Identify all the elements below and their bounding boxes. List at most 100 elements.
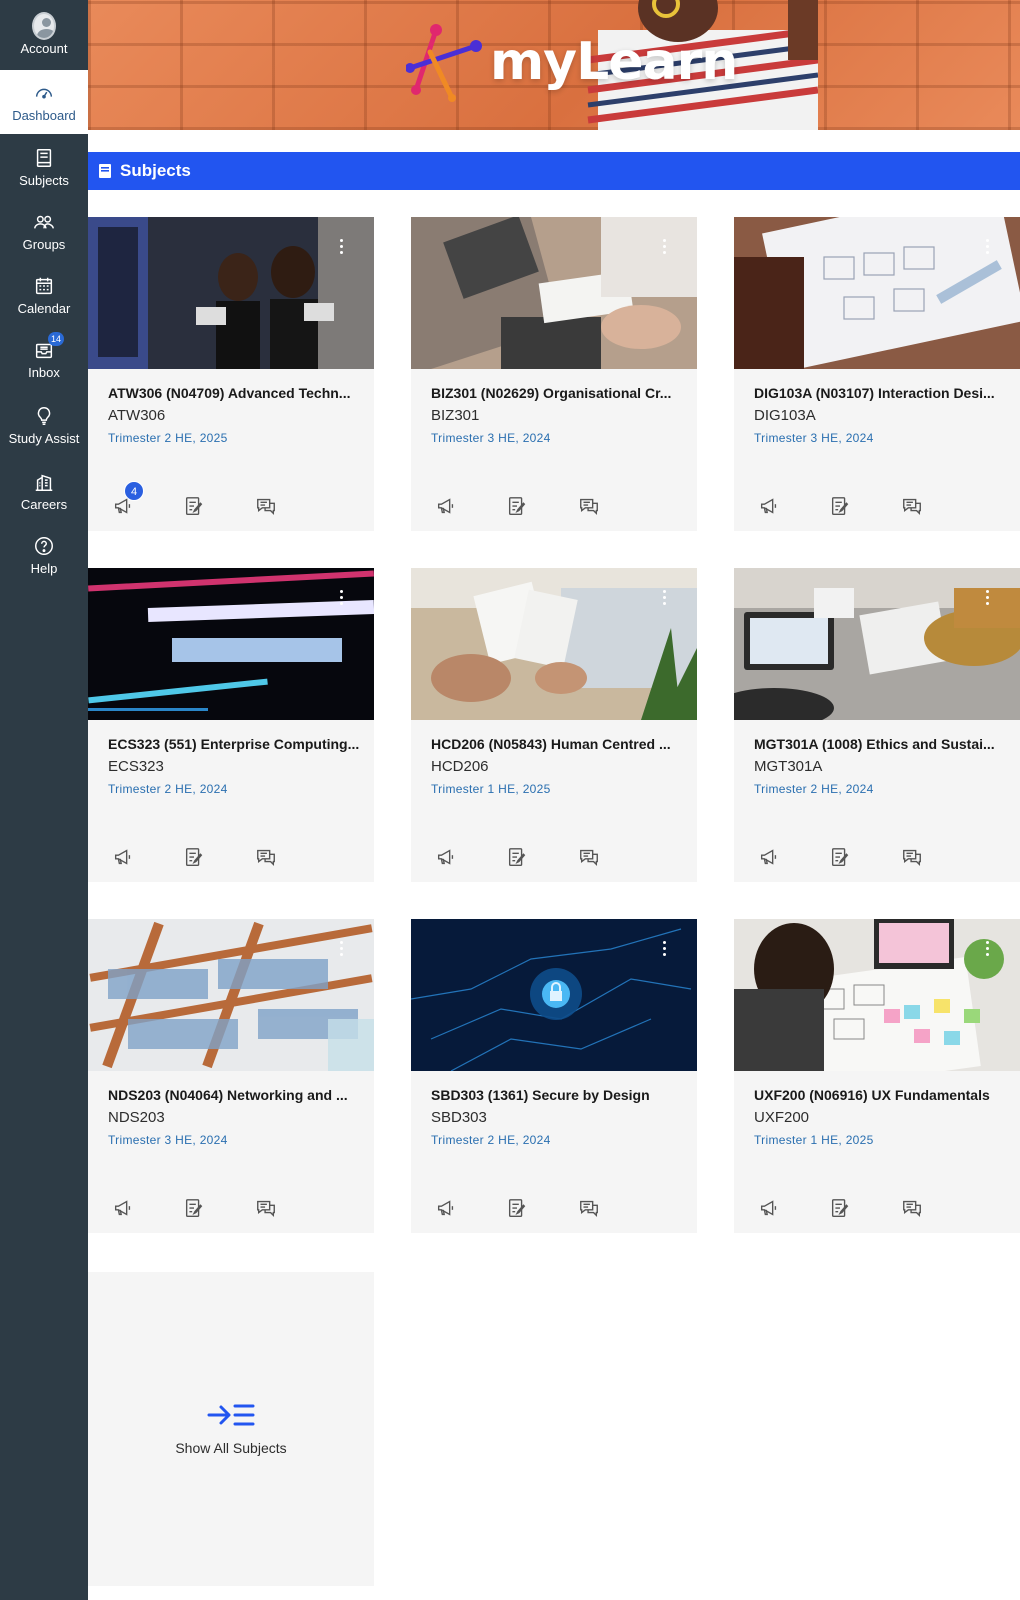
subject-card[interactable]: HCD206 (N05843) Human Centred ... HCD206… — [411, 568, 697, 882]
discussions-icon[interactable] — [253, 1195, 279, 1221]
subject-card-actions — [433, 1195, 633, 1221]
subject-card-actions — [756, 1195, 956, 1221]
subject-card-image — [88, 217, 374, 369]
global-navigation-sidebar: Account Dashboard Subjects Groups Calend… — [0, 0, 88, 1600]
mylearn-banner: myLearn — [88, 0, 1020, 130]
assignments-icon[interactable] — [181, 844, 207, 870]
discussions-icon[interactable] — [576, 493, 602, 519]
subject-card-term: Trimester 2 HE, 2024 — [431, 1133, 551, 1147]
discussions-icon[interactable] — [576, 844, 602, 870]
discussions-icon[interactable] — [899, 1195, 925, 1221]
subject-card-term: Trimester 1 HE, 2025 — [431, 782, 551, 796]
assignments-icon[interactable] — [827, 493, 853, 519]
expand-list-icon — [207, 1404, 255, 1426]
subject-card-image — [411, 217, 697, 369]
subject-card-code: SBD303 — [431, 1109, 487, 1126]
subject-card-image — [88, 919, 374, 1071]
nav-careers[interactable]: Careers — [0, 460, 88, 522]
subject-card[interactable]: SBD303 (1361) Secure by Design SBD303 Tr… — [411, 919, 697, 1233]
assignments-icon[interactable] — [504, 1195, 530, 1221]
announcements-icon[interactable] — [433, 1195, 459, 1221]
subject-card-actions — [110, 844, 310, 870]
announcements-icon[interactable] — [110, 1195, 136, 1221]
subject-card[interactable]: MGT301A (1008) Ethics and Sustai... MGT3… — [734, 568, 1020, 882]
card-options-menu-icon[interactable] — [986, 239, 990, 255]
subject-card-code: NDS203 — [108, 1109, 165, 1126]
subject-card-image — [411, 568, 697, 720]
assignments-icon[interactable] — [181, 1195, 207, 1221]
card-options-menu-icon[interactable] — [340, 239, 344, 255]
assignments-icon[interactable] — [827, 1195, 853, 1221]
inbox-icon: 14 — [32, 331, 64, 362]
nav-groups[interactable]: Groups — [0, 200, 88, 262]
subject-card-title[interactable]: SBD303 (1361) Secure by Design — [431, 1087, 683, 1103]
discussions-icon[interactable] — [899, 844, 925, 870]
subject-card[interactable]: UXF200 (N06916) UX Fundamentals UXF200 T… — [734, 919, 1020, 1233]
subject-card-title[interactable]: UXF200 (N06916) UX Fundamentals — [754, 1087, 1006, 1103]
subject-card[interactable]: BIZ301 (N02629) Organisational Cr... BIZ… — [411, 217, 697, 531]
announcements-icon[interactable]: 4 — [110, 481, 144, 519]
subject-card-image — [411, 919, 697, 1071]
announcements-count-badge: 4 — [124, 481, 144, 501]
subject-card-code: BIZ301 — [431, 407, 480, 424]
nav-groups-label: Groups — [22, 236, 66, 252]
show-all-subjects-label: Show All Subjects — [175, 1440, 287, 1456]
announcements-icon[interactable] — [756, 844, 782, 870]
subject-card-image — [734, 568, 1020, 720]
account-avatar-icon — [32, 11, 56, 40]
announcements-icon[interactable] — [756, 1195, 782, 1221]
discussions-icon[interactable] — [253, 493, 279, 519]
announcements-icon[interactable] — [110, 844, 136, 870]
subject-card-title[interactable]: NDS203 (N04064) Networking and ... — [108, 1087, 360, 1103]
subject-card-title[interactable]: BIZ301 (N02629) Organisational Cr... — [431, 385, 683, 401]
nav-inbox[interactable]: 14 Inbox — [0, 328, 88, 390]
subject-card-actions — [433, 493, 633, 519]
card-options-menu-icon[interactable] — [986, 941, 990, 957]
card-options-menu-icon[interactable] — [340, 941, 344, 957]
subject-card-actions: 4 — [110, 481, 310, 519]
discussions-icon[interactable] — [253, 844, 279, 870]
discussions-icon[interactable] — [899, 493, 925, 519]
subject-card-title[interactable]: DIG103A (N03107) Interaction Desi... — [754, 385, 1006, 401]
subject-card-code: UXF200 — [754, 1109, 810, 1126]
discussions-icon[interactable] — [576, 1195, 602, 1221]
announcements-icon[interactable] — [433, 493, 459, 519]
subject-card-title[interactable]: MGT301A (1008) Ethics and Sustai... — [754, 736, 1006, 752]
assignments-icon[interactable] — [827, 844, 853, 870]
nav-calendar-label: Calendar — [17, 300, 71, 316]
subject-card-title[interactable]: ECS323 (551) Enterprise Computing... — [108, 736, 360, 752]
assignments-icon[interactable] — [504, 844, 530, 870]
nav-subjects[interactable]: Subjects — [0, 136, 88, 198]
nav-help[interactable]: Help — [0, 524, 88, 586]
subject-card[interactable]: NDS203 (N04064) Networking and ... NDS20… — [88, 919, 374, 1233]
nav-dashboard[interactable]: Dashboard — [0, 70, 88, 134]
subject-card[interactable]: DIG103A (N03107) Interaction Desi... DIG… — [734, 217, 1020, 531]
help-icon — [32, 534, 56, 558]
subject-card-code: ECS323 — [108, 758, 164, 775]
nav-account[interactable]: Account — [0, 4, 88, 66]
subject-card-title[interactable]: HCD206 (N05843) Human Centred ... — [431, 736, 683, 752]
card-options-menu-icon[interactable] — [663, 941, 667, 957]
assignments-icon[interactable] — [181, 493, 207, 519]
card-options-menu-icon[interactable] — [663, 239, 667, 255]
dashboard-icon — [32, 81, 56, 105]
subject-card-image — [88, 568, 374, 720]
assignments-icon[interactable] — [504, 493, 530, 519]
subject-card-code: HCD206 — [431, 758, 489, 775]
subject-card-title[interactable]: ATW306 (N04709) Advanced Techn... — [108, 385, 360, 401]
announcements-icon[interactable] — [433, 844, 459, 870]
subject-card-term: Trimester 3 HE, 2024 — [431, 431, 551, 445]
nav-careers-label: Careers — [20, 496, 68, 512]
show-all-subjects-button[interactable]: Show All Subjects — [88, 1272, 374, 1586]
card-options-menu-icon[interactable] — [986, 590, 990, 606]
subject-card[interactable]: ATW306 (N04709) Advanced Techn... ATW306… — [88, 217, 374, 531]
subject-card[interactable]: ECS323 (551) Enterprise Computing... ECS… — [88, 568, 374, 882]
subject-card-actions — [433, 844, 633, 870]
nav-calendar[interactable]: Calendar — [0, 264, 88, 326]
subject-card-term: Trimester 3 HE, 2024 — [108, 1133, 228, 1147]
announcements-icon[interactable] — [756, 493, 782, 519]
card-options-menu-icon[interactable] — [663, 590, 667, 606]
nav-study-assist[interactable]: Study Assist — [0, 394, 88, 456]
calendar-icon — [32, 274, 56, 298]
card-options-menu-icon[interactable] — [340, 590, 344, 606]
